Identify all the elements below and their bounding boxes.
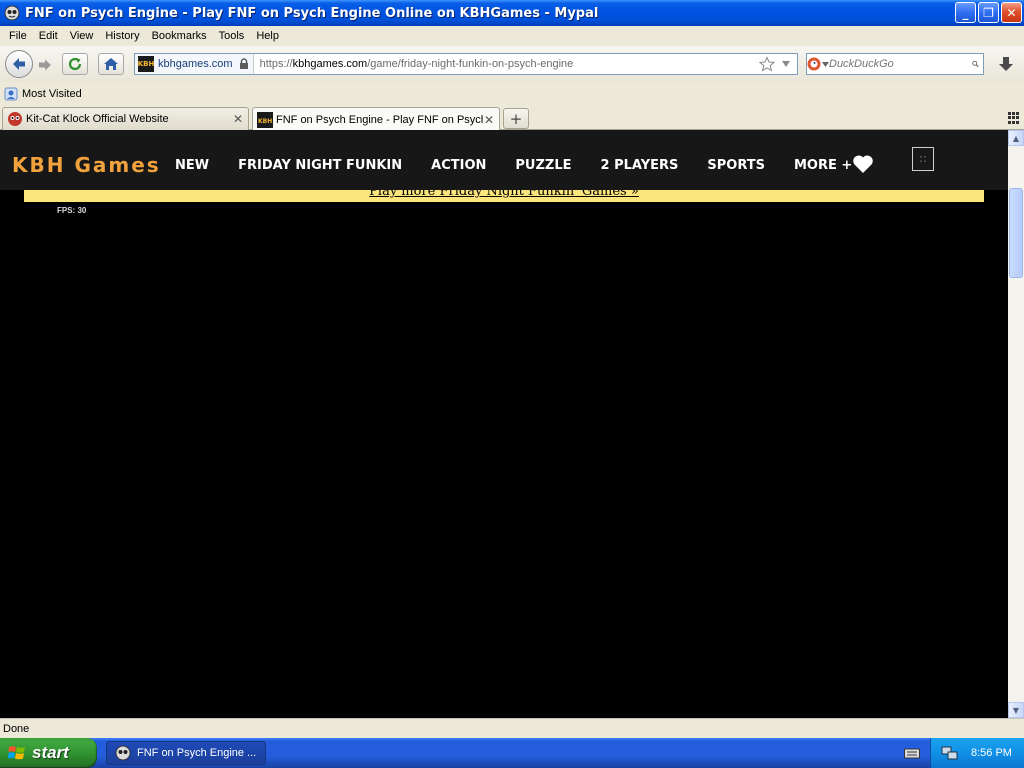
- favorites-button[interactable]: [852, 154, 874, 177]
- mypal-app-icon[interactable]: [4, 5, 20, 21]
- menu-file[interactable]: File: [3, 30, 33, 42]
- bookmark-star-icon[interactable]: [759, 56, 775, 72]
- taskbar-window-button[interactable]: FNF on Psych Engine ...: [106, 741, 266, 765]
- bookmarks-toolbar: Most Visited: [0, 82, 1024, 106]
- more-games-banner: Play more Friday Night Funkin' Games »: [24, 190, 984, 202]
- fps-counter: FPS: 30: [57, 206, 87, 215]
- tab-close-icon[interactable]: ✕: [232, 112, 244, 126]
- nav-sports[interactable]: SPORTS: [707, 158, 765, 173]
- svg-text:KBH: KBH: [258, 118, 272, 125]
- mypal-app-icon: [115, 745, 131, 761]
- nav-2-players[interactable]: 2 PLAYERS: [601, 158, 679, 173]
- url-scheme: https://: [259, 58, 293, 70]
- nav-puzzle[interactable]: PUZZLE: [515, 158, 571, 173]
- tab-close-icon[interactable]: ✕: [483, 113, 495, 127]
- maximize-button[interactable]: ❐: [978, 2, 999, 23]
- minimize-button[interactable]: _: [955, 2, 976, 23]
- lock-icon: [239, 58, 248, 69]
- window-title-bar[interactable]: FNF on Psych Engine - Play FNF on Psych …: [0, 0, 1024, 26]
- reload-button[interactable]: [62, 53, 88, 75]
- downloads-button[interactable]: [992, 53, 1020, 75]
- site-name: kbhgames.com: [158, 58, 233, 70]
- clock: 8:56 PM: [971, 747, 1012, 759]
- kbh-favicon-icon: KBH: [257, 111, 273, 128]
- site-logo[interactable]: KBH Games: [12, 153, 161, 177]
- most-visited-label: Most Visited: [22, 88, 82, 100]
- back-arrow-icon: [13, 58, 25, 70]
- nav-friday-night-funkin[interactable]: FRIDAY NIGHT FUNKIN: [238, 158, 402, 173]
- more-games-link[interactable]: Play more Friday Night Funkin' Games »: [369, 190, 639, 199]
- plus-icon: +: [509, 109, 523, 128]
- dropdown-arrow-icon[interactable]: [781, 60, 791, 68]
- most-visited-icon: [4, 87, 18, 101]
- tab-label: Kit-Cat Klock Official Website: [26, 113, 169, 125]
- scrollbar-thumb[interactable]: [1009, 188, 1023, 278]
- fullscreen-button[interactable]: [912, 147, 934, 171]
- status-bar: Done: [0, 718, 1024, 738]
- windows-logo-icon: [8, 746, 25, 760]
- tab-label: FNF on Psych Engine - Play FNF on Psych.…: [276, 113, 483, 126]
- search-input[interactable]: [829, 58, 972, 70]
- kbh-favicon-icon: KBH: [138, 56, 154, 72]
- nav-action[interactable]: ACTION: [431, 158, 486, 173]
- menu-bar: File Edit View History Bookmarks Tools H…: [0, 26, 1024, 46]
- close-icon: ✕: [1006, 5, 1017, 20]
- menu-view[interactable]: View: [64, 30, 100, 42]
- all-tabs-icon[interactable]: [1008, 112, 1020, 124]
- maximize-icon: ❐: [983, 5, 994, 20]
- navigation-toolbar: KBH kbhgames.com https://kbhgames.com/ga…: [0, 46, 1024, 82]
- back-button[interactable]: [5, 50, 33, 78]
- tab-strip: Kit-Cat Klock Official Website ✕ KBH FNF…: [0, 106, 1024, 131]
- scroll-up-button[interactable]: ▲: [1008, 130, 1024, 146]
- download-arrow-icon: [999, 57, 1013, 71]
- url-host: kbhgames.com: [292, 58, 368, 70]
- most-visited-bookmark[interactable]: Most Visited: [4, 87, 82, 101]
- kit-cat-favicon-icon: [7, 111, 23, 127]
- keyboard-icon[interactable]: [904, 746, 920, 763]
- reload-icon: [68, 57, 82, 71]
- nav-more[interactable]: MORE +: [794, 158, 852, 173]
- web-page-content: KBH Games NEW FRIDAY NIGHT FUNKIN ACTION…: [0, 130, 1008, 718]
- nav-new[interactable]: NEW: [175, 158, 209, 173]
- start-button[interactable]: start: [0, 738, 97, 768]
- search-icon[interactable]: [972, 57, 979, 71]
- status-text: Done: [3, 722, 30, 735]
- start-label: start: [32, 743, 69, 762]
- home-button[interactable]: [98, 53, 124, 75]
- scroll-down-button[interactable]: ▼: [1008, 702, 1024, 718]
- home-icon: [104, 58, 118, 70]
- url-path: /game/friday-night-funkin-on-psych-engin…: [367, 58, 574, 70]
- menu-help[interactable]: Help: [250, 30, 285, 42]
- minimize-icon: _: [962, 5, 969, 20]
- tab-kit-cat-klock[interactable]: Kit-Cat Klock Official Website ✕: [2, 107, 249, 130]
- chevron-up-icon: ▲: [1012, 133, 1020, 143]
- window-title: FNF on Psych Engine - Play FNF on Psych …: [25, 5, 599, 21]
- menu-edit[interactable]: Edit: [33, 30, 64, 42]
- address-bar[interactable]: KBH kbhgames.com https://kbhgames.com/ga…: [134, 53, 798, 75]
- fullscreen-icon: [920, 156, 926, 162]
- close-button[interactable]: ✕: [1001, 2, 1022, 23]
- menu-bookmarks[interactable]: Bookmarks: [146, 30, 213, 42]
- tab-fnf-psych-engine[interactable]: KBH FNF on Psych Engine - Play FNF on Ps…: [252, 107, 500, 131]
- windows-taskbar: start FNF on Psych Engine ... 8:56 PM: [0, 738, 1024, 768]
- vertical-scrollbar[interactable]: ▲ ▼: [1008, 130, 1024, 718]
- menu-history[interactable]: History: [99, 30, 145, 42]
- heart-icon: [853, 155, 873, 173]
- site-identity-button[interactable]: KBH kbhgames.com: [135, 54, 254, 74]
- url-text[interactable]: https://kbhgames.com/game/friday-night-f…: [254, 58, 759, 70]
- chevron-down-icon: [822, 61, 829, 67]
- forward-button[interactable]: [34, 55, 56, 75]
- site-nav: NEW FRIDAY NIGHT FUNKIN ACTION PUZZLE 2 …: [175, 158, 881, 173]
- chevron-down-icon: ▼: [1012, 705, 1020, 715]
- taskbar-window-label: FNF on Psych Engine ...: [137, 747, 257, 759]
- duckduckgo-icon: [807, 57, 821, 71]
- search-engine-selector[interactable]: [807, 57, 829, 71]
- network-icon[interactable]: [941, 745, 959, 761]
- site-header: KBH Games NEW FRIDAY NIGHT FUNKIN ACTION…: [0, 130, 1008, 190]
- new-tab-button[interactable]: +: [503, 108, 529, 129]
- system-tray: 8:56 PM: [930, 738, 1024, 768]
- menu-tools[interactable]: Tools: [213, 30, 251, 42]
- search-bar[interactable]: [806, 53, 984, 75]
- forward-arrow-icon: [39, 59, 51, 71]
